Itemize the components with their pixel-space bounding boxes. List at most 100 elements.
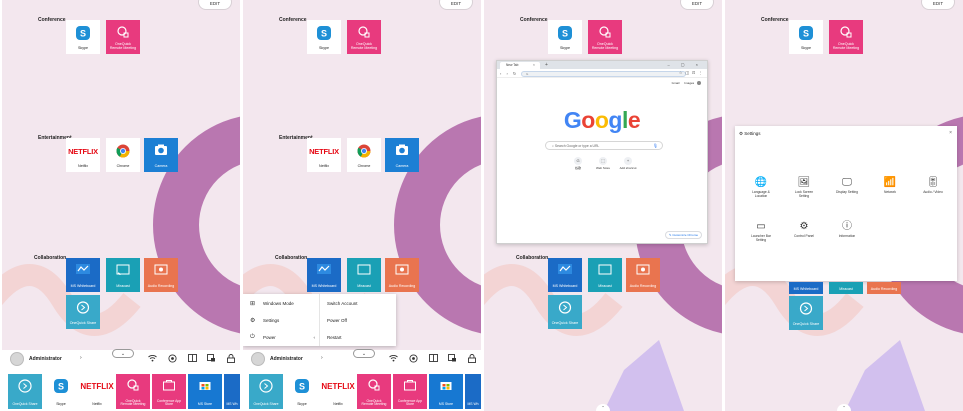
dock-onequick-share[interactable]: OneQuick Share bbox=[249, 374, 283, 409]
menu-power[interactable]: ⏻ Power ‹ bbox=[243, 329, 319, 346]
dock-onequick-share[interactable]: OneQuick Share bbox=[8, 374, 42, 409]
setting-launcher-bar[interactable]: ▭ Launcher Bar Setting bbox=[743, 220, 779, 250]
app-skype[interactable]: S Skype bbox=[789, 20, 823, 54]
app-audio-recording[interactable]: Audio Recording bbox=[385, 258, 419, 292]
app-ms-whiteboard[interactable]: MS Whiteboard bbox=[548, 258, 582, 292]
app-onequick-share[interactable]: OneQuick Share bbox=[789, 296, 823, 330]
wifi-icon[interactable] bbox=[148, 354, 157, 363]
new-tab-button[interactable]: + bbox=[545, 61, 548, 69]
launcher-handle[interactable]: ⌃ bbox=[596, 404, 610, 411]
dock-conference-app-store[interactable]: Conference App Store bbox=[393, 374, 427, 409]
setting-information[interactable]: ⓘ Information bbox=[829, 220, 865, 250]
edit-button[interactable]: EDIT bbox=[680, 0, 714, 10]
panel-icon[interactable] bbox=[429, 354, 438, 363]
setting-network[interactable]: 📶 Network bbox=[872, 176, 908, 206]
user-arrow-icon[interactable]: › bbox=[321, 355, 323, 361]
app-miracast[interactable]: Miracast bbox=[106, 258, 140, 292]
app-ms-whiteboard[interactable]: MS Whiteboard bbox=[66, 258, 100, 292]
app-chrome[interactable]: Chrome bbox=[347, 138, 381, 172]
dock-onequick-meeting[interactable]: OneQuick Remote Meeting bbox=[116, 374, 150, 409]
menu-power-off[interactable]: Power Off bbox=[320, 312, 396, 329]
app-miracast[interactable]: Miracast bbox=[588, 258, 622, 292]
app-skype[interactable]: S Skype bbox=[66, 20, 100, 54]
close-icon[interactable]: × bbox=[949, 130, 952, 136]
setting-display[interactable]: 🖵 Display Setting bbox=[829, 176, 865, 206]
app-netflix[interactable]: NETFLIX Netflix bbox=[66, 138, 100, 172]
user-arrow-icon[interactable]: › bbox=[80, 355, 82, 361]
menu-switch-account[interactable]: Switch Account bbox=[320, 295, 396, 312]
edit-button[interactable]: EDIT bbox=[198, 0, 232, 10]
shortcut-web-store[interactable]: ⬚ Web Store bbox=[593, 157, 613, 173]
menu-windows-mode[interactable]: ⊞ Windows Mode bbox=[243, 295, 319, 312]
google-search-box[interactable]: ⌕ Search Google or type a URL 🎙 bbox=[545, 141, 663, 150]
user-name[interactable]: Administrator bbox=[29, 356, 62, 362]
collapse-chevron-button[interactable]: ⌄ bbox=[112, 349, 134, 358]
app-skype[interactable]: S Skype bbox=[307, 20, 341, 54]
gmail-link[interactable]: Gmail bbox=[672, 81, 680, 85]
app-ms-whiteboard[interactable]: MS Whiteboard bbox=[307, 258, 341, 292]
app-onequick-share[interactable]: OneQuick Share bbox=[66, 295, 100, 329]
launcher-handle[interactable]: ⌃ bbox=[837, 404, 851, 411]
onequick-icon[interactable] bbox=[168, 354, 177, 363]
lock-icon[interactable] bbox=[467, 354, 476, 363]
app-onequick-meeting[interactable]: OneQuick Remote Meeting bbox=[106, 20, 140, 54]
app-chrome[interactable]: Chrome bbox=[106, 138, 140, 172]
screenshot-icon[interactable] bbox=[207, 354, 216, 363]
shortcut-add[interactable]: + Add shortcut bbox=[618, 157, 638, 173]
microphone-icon[interactable]: 🎙 bbox=[653, 142, 658, 150]
app-audio-recording[interactable]: Audio Recording bbox=[626, 258, 660, 292]
lock-icon[interactable] bbox=[226, 354, 235, 363]
dock-ms-store[interactable]: MS Store bbox=[429, 374, 463, 409]
app-skype[interactable]: S Skype bbox=[548, 20, 582, 54]
onequick-icon[interactable] bbox=[409, 354, 418, 363]
address-bar[interactable]: G bbox=[521, 70, 686, 77]
account-avatar-icon[interactable] bbox=[697, 81, 701, 86]
app-onequick-share[interactable]: OneQuick Share bbox=[548, 295, 582, 329]
app-ms-whiteboard[interactable]: MS Whiteboard bbox=[789, 282, 823, 294]
dock-netflix[interactable]: NETFLIX Netflix bbox=[321, 374, 355, 409]
screenshot-icon[interactable] bbox=[448, 354, 457, 363]
dock-skype[interactable]: S Skype bbox=[285, 374, 319, 409]
user-avatar[interactable] bbox=[251, 352, 265, 366]
panel-icon[interactable] bbox=[188, 354, 197, 363]
setting-lock-screen[interactable]: 🖼 Lock Screen Setting bbox=[786, 176, 822, 206]
shortcut-google[interactable]: G 谷歌 bbox=[568, 157, 588, 173]
app-camera[interactable]: Camera bbox=[385, 138, 419, 172]
dock-ms-whiteboard-partial[interactable]: MS Wh bbox=[224, 374, 240, 409]
whiteboard-icon bbox=[76, 264, 90, 274]
dock-ms-store[interactable]: MS Store bbox=[188, 374, 222, 409]
setting-language-location[interactable]: 🌐 Language & Location bbox=[743, 176, 779, 206]
dock-ms-whiteboard-partial[interactable]: MS Wh bbox=[465, 374, 481, 409]
app-miracast[interactable]: Miracast bbox=[829, 282, 863, 294]
navigation-buttons[interactable]: ‹ › ↻ bbox=[500, 70, 518, 77]
dock-skype[interactable]: S Skype bbox=[44, 374, 78, 409]
app-miracast[interactable]: Miracast bbox=[347, 258, 381, 292]
images-link[interactable]: Images bbox=[684, 81, 694, 85]
wifi-icon[interactable] bbox=[389, 354, 398, 363]
user-name[interactable]: Administrator bbox=[270, 356, 303, 362]
windows-mode-icon: ⊞ bbox=[250, 301, 256, 307]
app-audio-recording[interactable]: Audio Recording bbox=[867, 282, 901, 294]
tab-close-icon[interactable]: × bbox=[533, 62, 535, 69]
app-audio-recording[interactable]: Audio Recording bbox=[144, 258, 178, 292]
launcher-panel-4: EDIT Conference S Skype OneQuick Remote … bbox=[725, 0, 963, 411]
dock-conference-app-store[interactable]: Conference App Store bbox=[152, 374, 186, 409]
user-avatar[interactable] bbox=[10, 352, 24, 366]
edit-button[interactable]: EDIT bbox=[921, 0, 955, 10]
app-onequick-meeting[interactable]: OneQuick Remote Meeting bbox=[588, 20, 622, 54]
app-camera[interactable]: Camera bbox=[144, 138, 178, 172]
menu-settings[interactable]: ⚙ Settings bbox=[243, 312, 319, 329]
app-onequick-meeting[interactable]: OneQuick Remote Meeting bbox=[347, 20, 381, 54]
dock-onequick-meeting[interactable]: OneQuick Remote Meeting bbox=[357, 374, 391, 409]
app-netflix[interactable]: NETFLIX Netflix bbox=[307, 138, 341, 172]
toolbar-icons[interactable]: ☆ ◫ ⊡ ⋮ bbox=[679, 70, 703, 77]
dock-netflix[interactable]: NETFLIX Netflix bbox=[80, 374, 114, 409]
window-controls[interactable]: – ▢ × bbox=[667, 61, 703, 69]
menu-restart[interactable]: Restart bbox=[320, 329, 396, 346]
collapse-chevron-button[interactable]: ⌄ bbox=[353, 349, 375, 358]
setting-control-panel[interactable]: ⚙ Control Panel bbox=[786, 220, 822, 250]
edit-button[interactable]: EDIT bbox=[439, 0, 473, 10]
setting-audio-video[interactable]: 🎚 Audio / Video bbox=[915, 176, 951, 206]
customize-chrome-button[interactable]: ✎ Customize Chrome bbox=[664, 231, 702, 239]
app-onequick-meeting[interactable]: OneQuick Remote Meeting bbox=[829, 20, 863, 54]
